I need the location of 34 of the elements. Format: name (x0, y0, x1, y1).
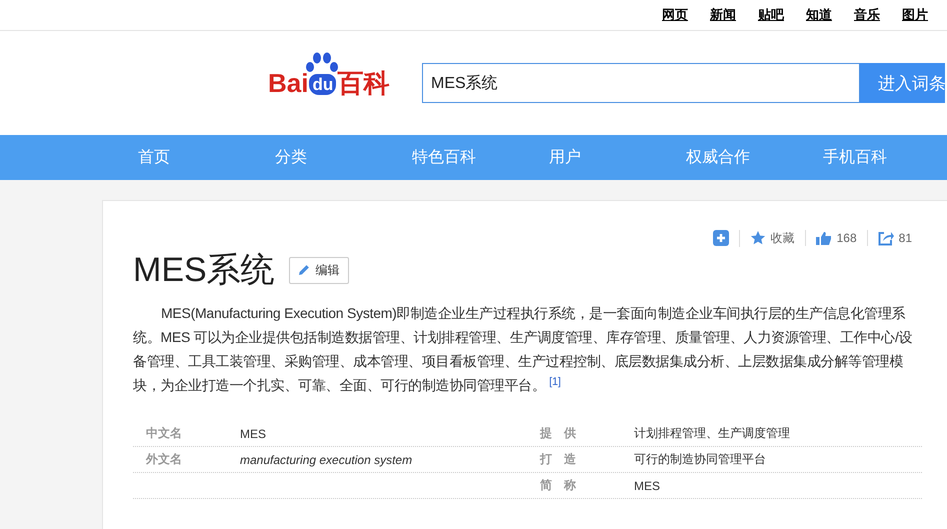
info-label: 打 造 (540, 451, 577, 468)
action-label[interactable]: 收藏 (770, 230, 795, 246)
share-icon (878, 230, 894, 246)
info-value: manufacturing execution system (240, 452, 414, 466)
paw-toes-icon (305, 52, 340, 74)
top-link[interactable]: 图片 (902, 6, 928, 24)
top-link[interactable]: 音乐 (854, 6, 880, 24)
pencil-icon (298, 264, 310, 276)
info-value: 可行的制造协同管理平台 (634, 451, 767, 468)
logo-text: du (309, 74, 336, 95)
action-label[interactable]: 168 (836, 231, 857, 245)
search-field[interactable]: MES系统 (422, 63, 860, 103)
entry-title: MES系统 (133, 250, 275, 291)
summary-paragraph: MES(Manufacturing Execution System)即制造企业生产过程执行系统，是一套面向制造企业车间执行层的生产信息化管理系统。MES 可以为企业提供包括制造数据管理、计划排程管理、生产调度管理、库存管理、质量管理、人力资源管理、工作中心/设备管理、工具工装管理、采购管理、成本管理、项目看板管理、生产过程控制、底层数据集成分析、上层数据集成分解等管理模块，为企业打造一个扎实、可靠、全面、可行的制造协同管理平台。 $^{[1]}$ (133, 304, 914, 395)
thumbs-up-icon (816, 230, 832, 246)
info-label: 提 供 (540, 425, 577, 442)
top-link[interactable]: 新闻 (710, 6, 736, 24)
edit-button[interactable]: 编辑 (288, 256, 349, 284)
info-value: 计划排程管理、生产调度管理 (634, 425, 791, 442)
info-label: 中文名 (146, 425, 183, 442)
enter-entry-button[interactable]: 进入词条 (860, 63, 945, 103)
top-link[interactable]: 知道 (806, 6, 832, 24)
info-value: MES (240, 426, 268, 440)
top-link[interactable]: 贴吧 (758, 6, 784, 24)
action-label[interactable]: 81 (898, 231, 912, 245)
star-icon (750, 230, 766, 246)
info-value: MES (634, 478, 662, 492)
add-icon[interactable] (712, 230, 729, 246)
reference-link[interactable]: [1] (549, 376, 561, 388)
logo-text: Bai (268, 70, 308, 96)
logo-text: 百科 (337, 70, 390, 96)
top-link[interactable]: 网页 (662, 6, 688, 24)
info-label: 外文名 (146, 451, 183, 468)
info-label: 简 称 (540, 477, 577, 494)
